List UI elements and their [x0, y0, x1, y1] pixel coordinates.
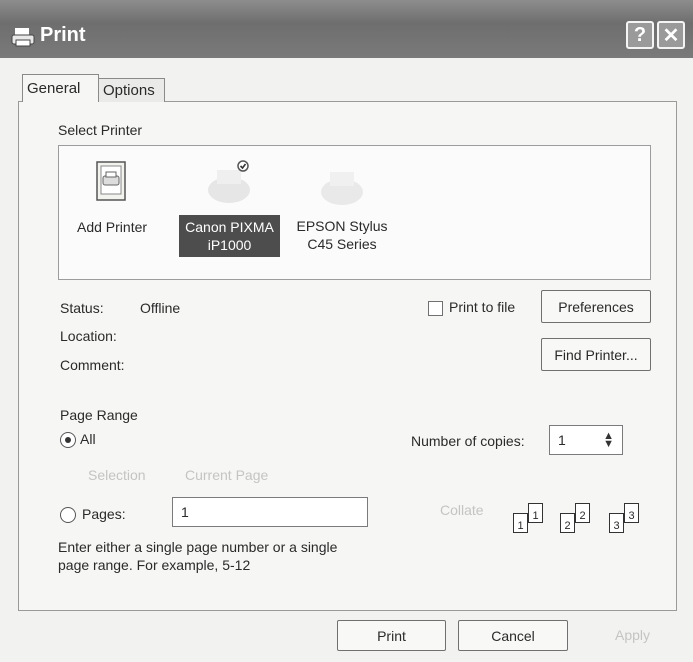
add-printer-icon [96, 161, 126, 201]
collate-label: Collate [440, 502, 484, 518]
collate-page: 2 [560, 513, 575, 533]
collate-illustration: 1 1 2 2 3 3 [508, 503, 658, 553]
pages-label: Pages: [82, 506, 126, 522]
select-printer-heading: Select Printer [58, 122, 143, 138]
printer-icon [11, 28, 35, 47]
print-to-file-label: Print to file [449, 299, 516, 315]
page-range-heading: Page Range [60, 407, 138, 423]
status-label: Status: [60, 300, 104, 316]
epson-printer-label-line2: C45 Series [307, 236, 377, 252]
pages-input[interactable]: 1 [172, 497, 368, 527]
pages-radio[interactable] [60, 507, 76, 523]
canon-printer-icon[interactable] [205, 160, 255, 208]
collate-page: 3 [609, 513, 624, 533]
selection-label: Selection [88, 467, 146, 483]
print-button[interactable]: Print [337, 620, 446, 651]
tab-options-label: Options [103, 82, 155, 99]
collate-page: 1 [528, 503, 543, 523]
spinner-arrows-icon[interactable]: ▲ ▼ [603, 431, 614, 450]
collate-page: 3 [624, 503, 639, 523]
cancel-button[interactable]: Cancel [458, 620, 568, 651]
current-page-label: Current Page [185, 467, 269, 483]
page-range-hint-line2: page range. For example, 5-12 [58, 557, 251, 573]
canon-printer-label-line1: Canon PIXMA [185, 219, 274, 235]
comment-label: Comment: [60, 357, 125, 373]
window-title: Print [40, 24, 86, 46]
all-label: All [80, 431, 96, 447]
canon-printer-item[interactable]: Canon PIXMA iP1000 [179, 215, 280, 257]
print-to-file-checkbox[interactable] [428, 301, 443, 316]
find-printer-button[interactable]: Find Printer... [541, 338, 651, 371]
add-printer-item[interactable] [93, 160, 133, 206]
preferences-button[interactable]: Preferences [541, 290, 651, 323]
copies-label: Number of copies: [411, 433, 525, 449]
tab-general[interactable]: General [22, 74, 99, 102]
copies-input[interactable]: 1 ▲ ▼ [549, 425, 623, 455]
epson-printer-item[interactable]: EPSON Stylus C45 Series [292, 217, 392, 253]
status-value: Offline [140, 300, 181, 316]
collate-page: 1 [513, 513, 528, 533]
tab-options[interactable]: Options [98, 78, 165, 102]
all-radio[interactable] [60, 432, 76, 448]
add-printer-label: Add Printer [77, 219, 148, 235]
canon-printer-label-line2: iP1000 [207, 237, 252, 253]
epson-printer-icon[interactable] [318, 164, 366, 208]
tab-general-label: General [27, 80, 81, 97]
epson-printer-label-line1: EPSON Stylus [296, 218, 388, 234]
location-label: Location: [60, 328, 117, 344]
apply-button[interactable]: Apply [615, 627, 650, 643]
collate-page: 2 [575, 503, 590, 523]
close-button[interactable]: ✕ [657, 21, 685, 49]
help-button[interactable]: ? [626, 21, 654, 49]
copies-value: 1 [558, 432, 566, 448]
page-range-hint-line1: Enter either a single page number or a s… [58, 539, 338, 555]
title-bar[interactable] [0, 0, 693, 58]
